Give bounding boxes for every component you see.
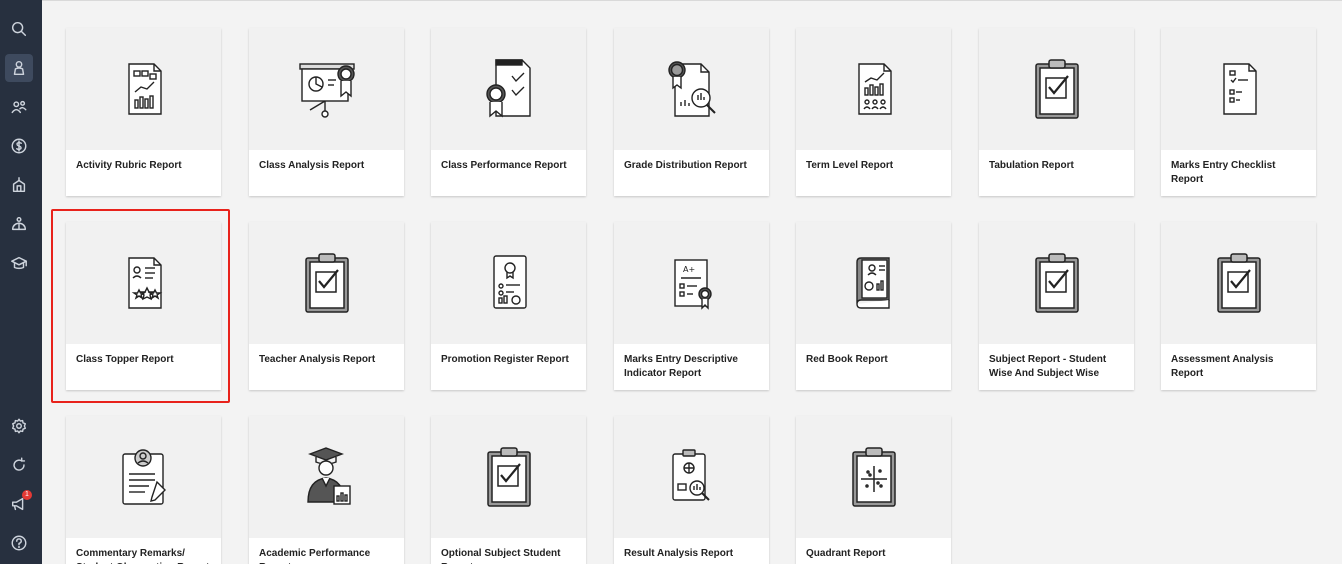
card-icon-area	[796, 222, 951, 344]
building-icon[interactable]	[5, 171, 33, 199]
clipboard-check-icon	[1034, 253, 1079, 313]
report-card-label: Assessment Analysis Report	[1171, 354, 1274, 379]
gear-icon[interactable]	[5, 412, 33, 440]
report-card-class-topper[interactable]: Class Topper Report	[66, 222, 221, 390]
megaphone-icon[interactable]: 1	[5, 490, 33, 518]
refresh-icon[interactable]	[5, 451, 33, 479]
grade-magnifier-icon	[667, 61, 716, 117]
report-card-label: Marks Entry Checklist Report	[1171, 160, 1276, 185]
card-icon-area	[249, 28, 404, 150]
help-icon[interactable]	[5, 529, 33, 557]
clipboard-check-icon	[1034, 59, 1079, 119]
report-card-label: Class Analysis Report	[259, 160, 365, 171]
top-divider	[42, 0, 1342, 1]
report-card-quadrant[interactable]: Quadrant Report	[796, 416, 951, 564]
report-card-grade-distribution[interactable]: Grade Distribution Report	[614, 28, 769, 196]
book-icon	[855, 257, 890, 309]
card-icon-area	[66, 416, 221, 538]
report-card-marks-entry-checklist[interactable]: Marks Entry Checklist Report	[1161, 28, 1316, 196]
card-icon-area	[614, 416, 769, 538]
promotion-sheet-icon	[492, 255, 527, 309]
report-card-promotion-register[interactable]: Promotion Register Report	[431, 222, 586, 390]
clipboard-check-icon	[304, 253, 349, 313]
card-icon-area	[431, 28, 586, 150]
dollar-icon[interactable]	[5, 132, 33, 160]
card-icon-area	[979, 222, 1134, 344]
network-icon[interactable]	[5, 210, 33, 238]
card-icon-area	[1161, 28, 1316, 150]
card-icon-area	[614, 28, 769, 150]
card-icon-area	[979, 28, 1134, 150]
report-card-label: Marks Entry Descriptive Indicator Report	[624, 354, 738, 379]
card-icon-area	[1161, 222, 1316, 344]
report-card-class-performance[interactable]: Class Performance Report	[431, 28, 586, 196]
report-card-teacher-analysis[interactable]: Teacher Analysis Report	[249, 222, 404, 390]
clipboard-profile-icon	[121, 449, 166, 505]
report-card-label: Subject Report - Student Wise And Subjec…	[989, 354, 1107, 379]
report-card-label: Promotion Register Report	[441, 354, 569, 365]
card-icon-area	[66, 222, 221, 344]
report-card-label: Result Analysis Report	[624, 548, 734, 559]
report-card-label: Optional Subject Student Report	[441, 548, 561, 564]
report-card-term-level[interactable]: Term Level Report	[796, 28, 951, 196]
people-icon[interactable]	[5, 93, 33, 121]
graduation-icon[interactable]	[5, 249, 33, 277]
clipboard-quadrant-icon	[851, 447, 896, 507]
report-card-red-book[interactable]: Red Book Report	[796, 222, 951, 390]
card-icon-area: A+	[614, 222, 769, 344]
checklist-sheet-icon	[1222, 63, 1257, 115]
card-icon-area	[431, 416, 586, 538]
report-card-label: Red Book Report	[806, 354, 888, 365]
report-card-optional-subject-student[interactable]: Optional Subject Student Report	[431, 416, 586, 564]
report-grid: Activity Rubric Report Class Analysis Re…	[66, 28, 1316, 564]
search-icon[interactable]	[5, 15, 33, 43]
topper-sheet-icon	[127, 257, 162, 309]
report-card-label: Grade Distribution Report	[624, 160, 747, 171]
notification-badge: 1	[22, 490, 32, 500]
report-card-label: Commentary Remarks/ Student Observation …	[76, 548, 209, 564]
checklist-award-icon	[485, 59, 531, 118]
clipboard-check-icon	[1216, 253, 1261, 313]
report-card-subject-report[interactable]: Subject Report - Student Wise And Subjec…	[979, 222, 1134, 390]
report-card-assessment-analysis[interactable]: Assessment Analysis Report	[1161, 222, 1316, 390]
report-card-activity-rubric[interactable]: Activity Rubric Report	[66, 28, 221, 196]
report-card-marks-entry-descriptive[interactable]: A+ Marks Entry Descriptive Indicator Rep…	[614, 222, 769, 390]
report-card-label: Activity Rubric Report	[76, 160, 182, 171]
report-card-label: Academic Performance Report	[259, 548, 371, 564]
report-card-result-analysis[interactable]: Result Analysis Report	[614, 416, 769, 564]
report-card-label: Teacher Analysis Report	[259, 354, 376, 365]
report-card-academic-performance[interactable]: Academic Performance Report	[249, 416, 404, 564]
grade-award-icon: A+	[673, 259, 712, 310]
card-icon-area	[249, 416, 404, 538]
report-card-label: Class Topper Report	[76, 354, 174, 365]
svg-text:A+: A+	[683, 265, 695, 274]
report-sheet-icon	[127, 63, 162, 115]
report-card-label: Tabulation Report	[989, 160, 1074, 171]
sidebar: 1	[0, 0, 42, 564]
report-card-commentary-remarks[interactable]: Commentary Remarks/ Student Observation …	[66, 416, 221, 564]
report-card-class-analysis[interactable]: Class Analysis Report	[249, 28, 404, 196]
card-icon-area	[796, 416, 951, 538]
graduate-icon	[306, 447, 351, 505]
clipboard-check-icon	[486, 447, 531, 507]
report-sheet-icon	[857, 63, 892, 115]
report-card-tabulation[interactable]: Tabulation Report	[979, 28, 1134, 196]
presentation-icon	[298, 63, 355, 118]
card-icon-area	[796, 28, 951, 150]
card-icon-area	[66, 28, 221, 150]
student-icon[interactable]	[5, 54, 33, 82]
report-card-label: Term Level Report	[806, 160, 894, 171]
report-card-label: Class Performance Report	[441, 160, 567, 171]
card-icon-area	[249, 222, 404, 344]
clipboard-magnifier-icon	[671, 449, 710, 501]
report-card-label: Quadrant Report	[806, 548, 886, 559]
card-icon-area	[431, 222, 586, 344]
